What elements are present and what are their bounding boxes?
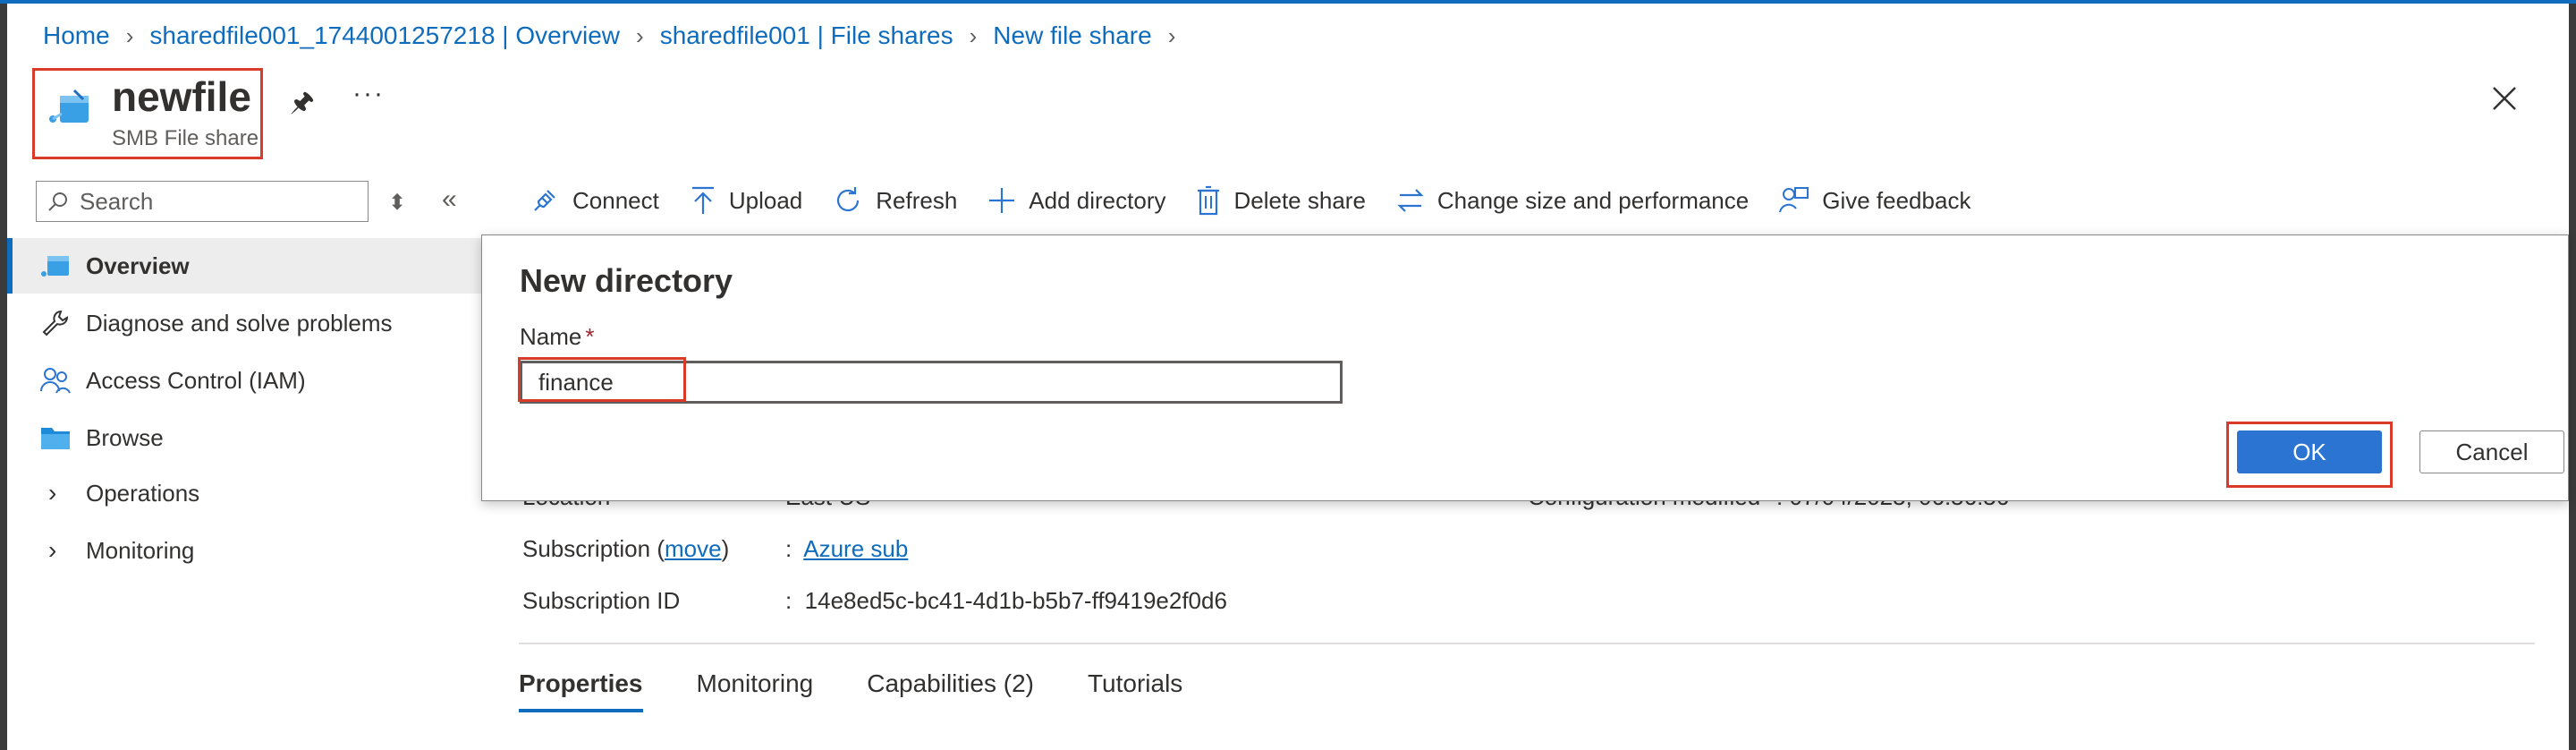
more-options-icon[interactable]: ··· — [352, 79, 385, 109]
tab-capabilities[interactable]: Capabilities (2) — [867, 669, 1034, 712]
collapse-sidebar-icon[interactable]: « — [442, 184, 457, 215]
give-feedback-button[interactable]: Give feedback — [1779, 185, 1970, 216]
colon-separator: : — [785, 587, 805, 614]
sidebar-item-label: Access Control (IAM) — [86, 366, 306, 394]
subscription-link[interactable]: Azure sub — [803, 535, 908, 562]
add-directory-button[interactable]: Add directory — [987, 186, 1165, 215]
file-share-icon — [39, 250, 72, 282]
move-subscription-link[interactable]: move — [665, 535, 722, 562]
breadcrumb-new-file-share[interactable]: New file share — [993, 21, 1151, 50]
plug-icon — [534, 190, 555, 211]
title-highlight-box: newfile SMB File share — [32, 68, 263, 159]
sidebar-item-overview[interactable]: Overview — [7, 238, 483, 294]
sidebar-item-label: Overview — [86, 251, 190, 279]
sidebar-item-monitoring[interactable]: › Monitoring — [7, 523, 483, 578]
sidebar-item-label: Diagnose and solve problems — [86, 309, 393, 337]
dialog-title: New directory — [520, 262, 733, 299]
cancel-button[interactable]: Cancel — [2419, 430, 2564, 473]
give-feedback-label: Give feedback — [1822, 186, 1971, 214]
section-divider — [519, 643, 2535, 644]
top-accent-bar — [0, 0, 2576, 4]
file-share-icon — [49, 89, 89, 123]
breadcrumb-file-shares[interactable]: sharedfile001 | File shares — [660, 21, 953, 50]
subscription-id-row: : 14e8ed5c-bc41-4d1b-b5b7-ff9419e2f0d6 — [785, 587, 1227, 615]
plus-icon — [989, 188, 1015, 213]
subscription-label: Subscription — [522, 535, 651, 562]
chevron-right-icon: › — [48, 536, 57, 564]
chevron-right-icon: › — [969, 21, 978, 49]
breadcrumb-home[interactable]: Home — [43, 21, 110, 50]
search-box[interactable] — [36, 181, 369, 222]
paren-open: ( — [657, 535, 665, 562]
add-directory-label: Add directory — [1029, 186, 1166, 214]
sidebar-item-access-control[interactable]: Access Control (IAM) — [7, 353, 483, 408]
tab-monitoring[interactable]: Monitoring — [697, 669, 814, 712]
wrench-icon — [39, 307, 72, 339]
subscription-value-row: : Azure sub — [785, 535, 908, 563]
upload-icon — [691, 186, 714, 214]
subscription-id-label: Subscription ID — [522, 587, 681, 614]
sidebar-item-operations[interactable]: › Operations — [7, 465, 483, 521]
tab-properties[interactable]: Properties — [519, 669, 643, 712]
sidebar-item-browse[interactable]: Browse — [7, 410, 483, 465]
search-input[interactable] — [78, 186, 350, 217]
name-field-label: Name * — [520, 323, 594, 351]
refresh-icon — [837, 187, 860, 212]
chevron-right-icon: › — [636, 21, 644, 49]
change-size-button[interactable]: Change size and performance — [1396, 186, 1749, 215]
tab-tutorials[interactable]: Tutorials — [1088, 669, 1182, 712]
page-subtitle: SMB File share — [112, 126, 259, 150]
name-label-text: Name — [520, 323, 582, 350]
change-size-label: Change size and performance — [1436, 186, 1750, 214]
chevron-right-icon: › — [125, 21, 134, 49]
trash-icon — [1198, 185, 1220, 216]
upload-label: Upload — [728, 186, 803, 214]
sidebar-item-label: Operations — [86, 479, 200, 507]
feedback-icon — [1779, 187, 1809, 213]
required-asterisk: * — [585, 323, 595, 350]
refresh-label: Refresh — [876, 186, 958, 214]
connect-label: Connect — [572, 186, 659, 214]
sort-icon[interactable]: ⬍ — [388, 190, 406, 216]
delete-share-button[interactable]: Delete share — [1196, 185, 1366, 216]
delete-share-label: Delete share — [1233, 186, 1366, 214]
folder-icon — [39, 422, 72, 454]
colon-separator: : — [785, 535, 804, 562]
upload-button[interactable]: Upload — [690, 185, 802, 216]
sidebar-item-label: Browse — [86, 423, 164, 451]
chevron-right-icon: › — [1167, 21, 1176, 49]
new-directory-dialog: New directory Name* OK Cancel — [481, 234, 2569, 501]
close-icon[interactable] — [2488, 82, 2521, 115]
breadcrumb: Home › sharedfile001_1744001257218 | Ove… — [43, 20, 1191, 52]
sidebar-item-label: Monitoring — [86, 536, 195, 564]
tab-bar: Properties Monitoring Capabilities (2) T… — [519, 669, 1236, 712]
subscription-id-value: 14e8ed5c-bc41-4d1b-b5b7-ff9419e2f0d6 — [804, 587, 1227, 614]
sidebar-item-diagnose[interactable]: Diagnose and solve problems — [7, 295, 483, 351]
subscription-label-row: Subscription (move) — [522, 535, 729, 563]
ok-button[interactable]: OK — [2237, 430, 2382, 473]
connect-button[interactable]: Connect — [530, 185, 659, 216]
input-highlight-box — [518, 357, 686, 402]
breadcrumb-storage-account[interactable]: sharedfile001_1744001257218 | Overview — [149, 21, 620, 50]
page-title: newfile — [112, 73, 251, 120]
swap-arrows-icon — [1397, 189, 1424, 212]
refresh-button[interactable]: Refresh — [833, 185, 957, 216]
pin-icon[interactable]: 🖈 — [290, 82, 315, 128]
people-icon — [39, 364, 72, 396]
paren-close: ) — [721, 535, 730, 562]
command-bar: Connect Upload Refresh Add directory Del… — [530, 181, 2001, 220]
search-icon — [48, 192, 67, 211]
chevron-right-icon: › — [48, 479, 57, 507]
